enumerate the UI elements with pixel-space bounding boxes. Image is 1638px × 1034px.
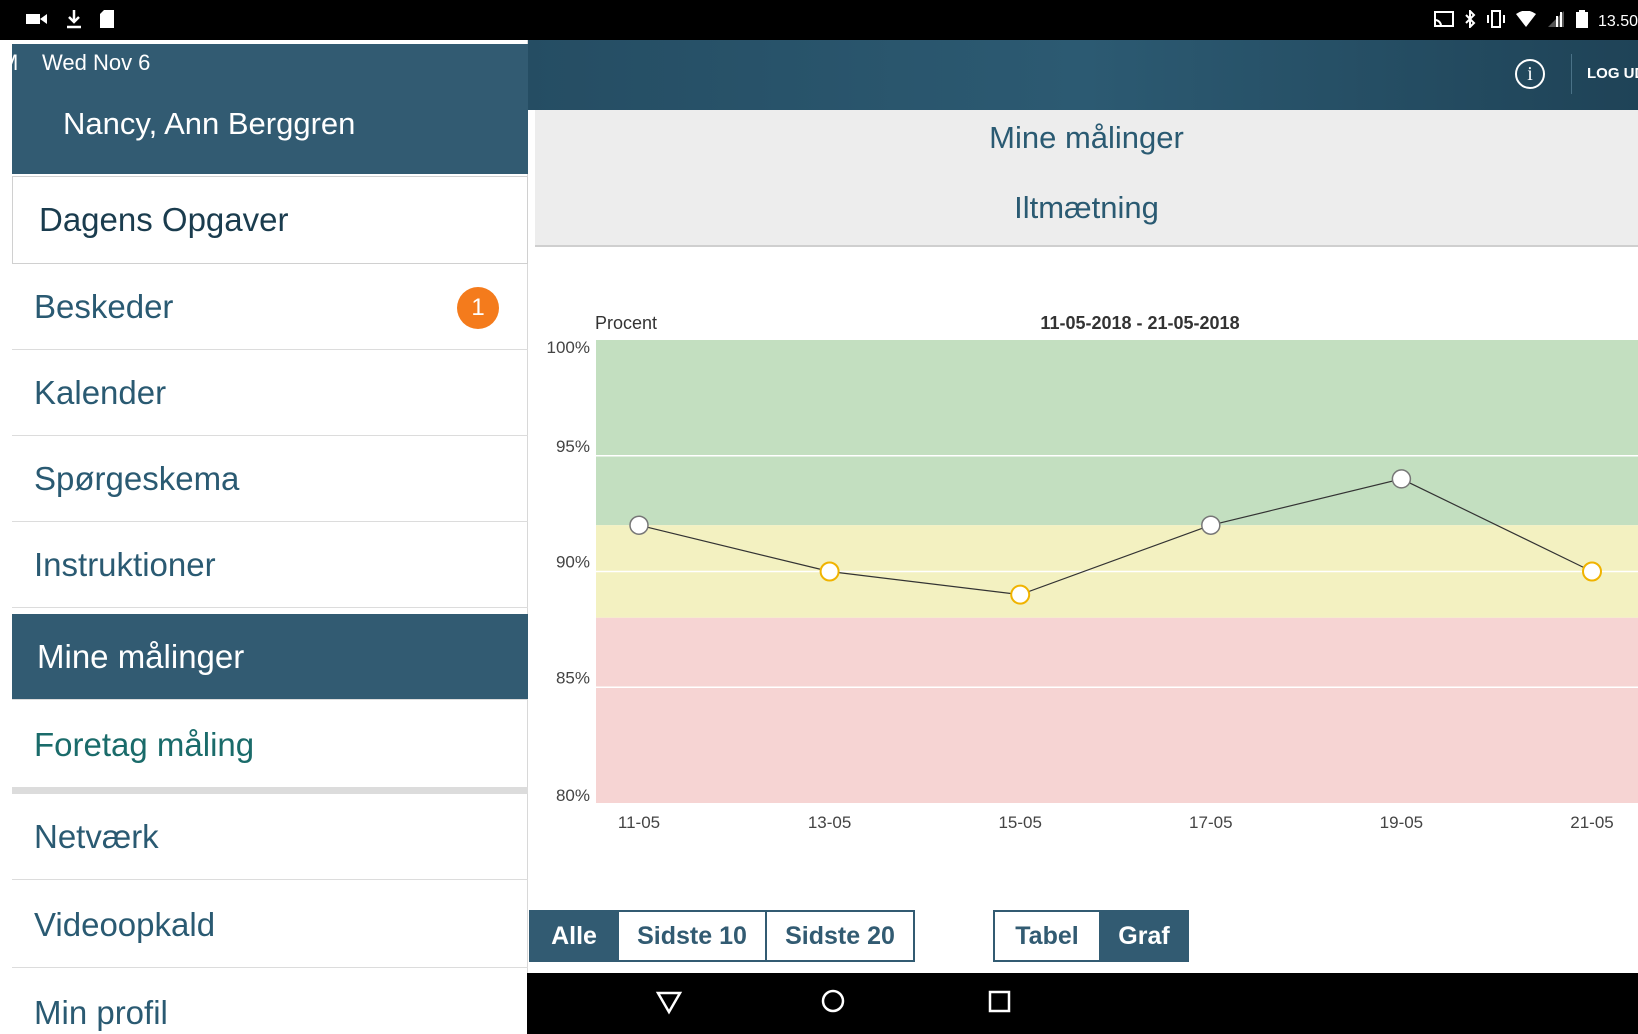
chart-zone-0 [596, 340, 1638, 526]
range-selector: Alle Sidste 10 Sidste 20 [529, 910, 915, 962]
x-tick-label: 17-05 [1189, 813, 1232, 832]
y-axis-label: Procent [595, 313, 657, 333]
info-icon[interactable]: i [1515, 59, 1545, 89]
sidebar-item-instruktioner[interactable]: Instruktioner [12, 522, 528, 608]
sidebar-item-label: Instruktioner [34, 545, 216, 583]
view-selector: Tabel Graf [993, 910, 1189, 962]
sidebar: M Wed Nov 6 Nancy, Ann Berggren Dagens O… [0, 40, 528, 1034]
sidebar-item-dagens-opgaver[interactable]: Dagens Opgaver [12, 176, 528, 264]
user-name: Nancy, Ann Berggren [63, 106, 356, 141]
y-tick-label: 90% [556, 553, 590, 572]
unread-badge: 1 [457, 287, 499, 329]
clock: 13.50 [1597, 12, 1638, 30]
sidebar-item-beskeder[interactable]: Beskeder 1 [12, 264, 528, 350]
x-tick-label: 11-05 [618, 813, 660, 832]
battery-icon [1575, 10, 1588, 33]
range-option-sidste-10[interactable]: Sidste 10 [617, 912, 765, 960]
sidebar-item-spoergeskema[interactable]: Spørgeskema [12, 436, 528, 522]
sidebar-item-label: Kalender [34, 373, 167, 411]
wifi-icon [1515, 10, 1536, 32]
sidebar-item-label: Netværk [34, 817, 159, 855]
sidebar-item-kalender[interactable]: Kalender [12, 350, 528, 436]
data-point[interactable] [1201, 515, 1221, 535]
sidebar-item-label: Foretag måling [34, 725, 255, 763]
page-title: Mine målinger [989, 120, 1184, 155]
title-panel: Mine målinger Iltmætning [535, 110, 1638, 247]
current-date: Wed Nov 6 [42, 50, 151, 75]
measurement-type[interactable]: Iltmætning [535, 190, 1638, 226]
data-point[interactable] [1010, 584, 1031, 605]
y-tick-label: 80% [556, 786, 590, 805]
download-icon [66, 9, 82, 34]
recents-icon[interactable] [986, 985, 1014, 1020]
sidebar-item-label: Videoopkald [34, 905, 216, 943]
y-tick-label: 95% [556, 437, 590, 456]
sidebar-header: M Wed Nov 6 Nancy, Ann Berggren [0, 44, 528, 174]
chart-zone-2 [596, 617, 1638, 803]
x-tick-label: 21-05 [1570, 813, 1613, 832]
sidebar-item-foretag-maaling[interactable]: Foretag måling [12, 702, 528, 788]
bluetooth-icon [1464, 8, 1476, 33]
data-point[interactable] [1582, 561, 1602, 582]
video-icon [26, 12, 48, 31]
sidebar-item-label: Beskeder [34, 287, 174, 325]
status-bar: 13.50 [0, 0, 1638, 40]
app-header: i LOG UD [527, 40, 1638, 110]
data-point[interactable] [1391, 469, 1412, 489]
sidebar-item-label: Spørgeskema [34, 459, 240, 497]
header-divider [1571, 54, 1572, 94]
sidebar-item-label: Min profil [34, 993, 168, 1031]
sidebar-item-mine-maalinger[interactable]: Mine målinger [12, 614, 528, 700]
x-tick-label: 13-05 [808, 813, 851, 832]
android-nav-bar [527, 973, 1638, 1034]
logout-button[interactable]: LOG UD [1587, 65, 1638, 82]
sd-card-icon [100, 10, 114, 33]
range-option-alle[interactable]: Alle [531, 912, 617, 960]
back-icon[interactable] [655, 985, 683, 1020]
x-tick-label: 15-05 [998, 813, 1041, 832]
y-tick-label: 100% [547, 338, 590, 357]
sidebar-item-label: Dagens Opgaver [39, 201, 289, 238]
signal-icon [1546, 10, 1566, 33]
range-option-sidste-20[interactable]: Sidste 20 [765, 912, 913, 960]
measurement-chart: 100% 95% 90% 85% 80% 11-05 13-05 15-05 17-05 19-… [547, 313, 1638, 832]
cast-icon [1433, 11, 1454, 32]
sidebar-item-netvaerk[interactable]: Netværk [12, 794, 528, 880]
sidebar-item-label: Mine målinger [37, 637, 245, 675]
data-point[interactable] [819, 561, 840, 582]
date-prefix: M [0, 50, 19, 75]
x-tick-label: 19-05 [1380, 813, 1423, 832]
view-option-graf[interactable]: Graf [1099, 912, 1187, 960]
sidebar-item-videoopkald[interactable]: Videoopkald [12, 882, 528, 968]
chart-title: 11-05-2018 - 21-05-2018 [1040, 313, 1239, 333]
data-point[interactable] [629, 515, 649, 535]
vibrate-icon [1486, 10, 1506, 33]
home-icon[interactable] [819, 985, 847, 1020]
view-option-tabel[interactable]: Tabel [995, 912, 1099, 960]
sidebar-item-min-profil[interactable]: Min profil [12, 970, 528, 1034]
y-tick-label: 85% [556, 668, 590, 687]
